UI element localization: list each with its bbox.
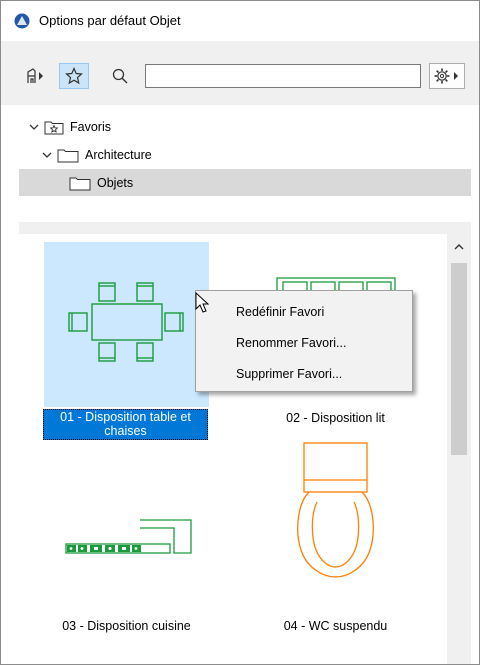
favorites-folder-icon <box>44 121 64 134</box>
table-chairs-plan-icon <box>68 282 184 362</box>
tree-item-architecture[interactable]: Architecture <box>19 141 471 168</box>
tree-item-label: Architecture <box>85 147 152 162</box>
library-button[interactable] <box>23 63 53 89</box>
settings-button[interactable] <box>429 63 465 89</box>
archicad-icon <box>14 13 30 29</box>
star-icon <box>65 67 83 85</box>
tree-item-favoris[interactable]: Favoris <box>19 113 471 140</box>
folder-icon <box>57 149 79 162</box>
object-default-settings-window: Options par défaut Objet Favoris Archite… <box>0 0 480 665</box>
window-title: Options par défaut Objet <box>39 13 181 28</box>
favorites-button[interactable] <box>59 63 89 89</box>
wc-plan-icon <box>297 442 374 578</box>
scrollbar-thumb[interactable] <box>451 263 467 455</box>
chevron-down-icon[interactable] <box>41 149 53 161</box>
menu-item-redefine-favorite[interactable]: Redéfinir Favori <box>236 305 324 319</box>
favorite-item-label: 04 - WC suspendu <box>283 619 388 633</box>
tree-item-label: Objets <box>97 175 134 190</box>
kitchen-plan-icon <box>65 519 192 554</box>
favorite-thumbnail[interactable] <box>44 442 209 607</box>
search-input[interactable] <box>145 64 421 88</box>
search-icon <box>112 68 128 84</box>
favorite-thumbnail[interactable] <box>253 442 418 607</box>
folder-tree: Favoris Architecture Objets <box>19 111 471 221</box>
menu-item-delete-favorite[interactable]: Supprimer Favori... <box>236 367 342 381</box>
menu-item-rename-favorite[interactable]: Renommer Favori... <box>236 336 346 350</box>
settings-gear-icon <box>434 68 458 84</box>
favorite-label-line-2: chaises <box>104 424 147 438</box>
title-bar: Options par défaut Objet <box>1 1 479 41</box>
favorite-thumbnail[interactable] <box>44 242 209 407</box>
library-icon <box>27 68 43 83</box>
favorite-item-label: 02 - Disposition lit <box>286 411 385 425</box>
search-button[interactable] <box>107 63 133 89</box>
folder-icon <box>69 177 91 190</box>
favorite-item-label[interactable]: 01 - Disposition table et chaises <box>43 409 208 440</box>
context-menu: Redéfinir Favori Renommer Favori... Supp… <box>195 290 413 392</box>
favorite-label-line-1: 01 - Disposition table et <box>60 410 191 424</box>
chevron-down-icon[interactable] <box>28 121 40 133</box>
panel-splitter[interactable] <box>19 222 471 234</box>
tree-item-objets[interactable]: Objets <box>19 169 471 196</box>
scroll-up-arrow-icon[interactable] <box>451 239 467 255</box>
mouse-cursor-icon <box>195 292 210 313</box>
toolbar <box>1 41 479 105</box>
tree-item-label: Favoris <box>70 119 111 134</box>
favorite-item-label: 03 - Disposition cuisine <box>62 619 191 633</box>
